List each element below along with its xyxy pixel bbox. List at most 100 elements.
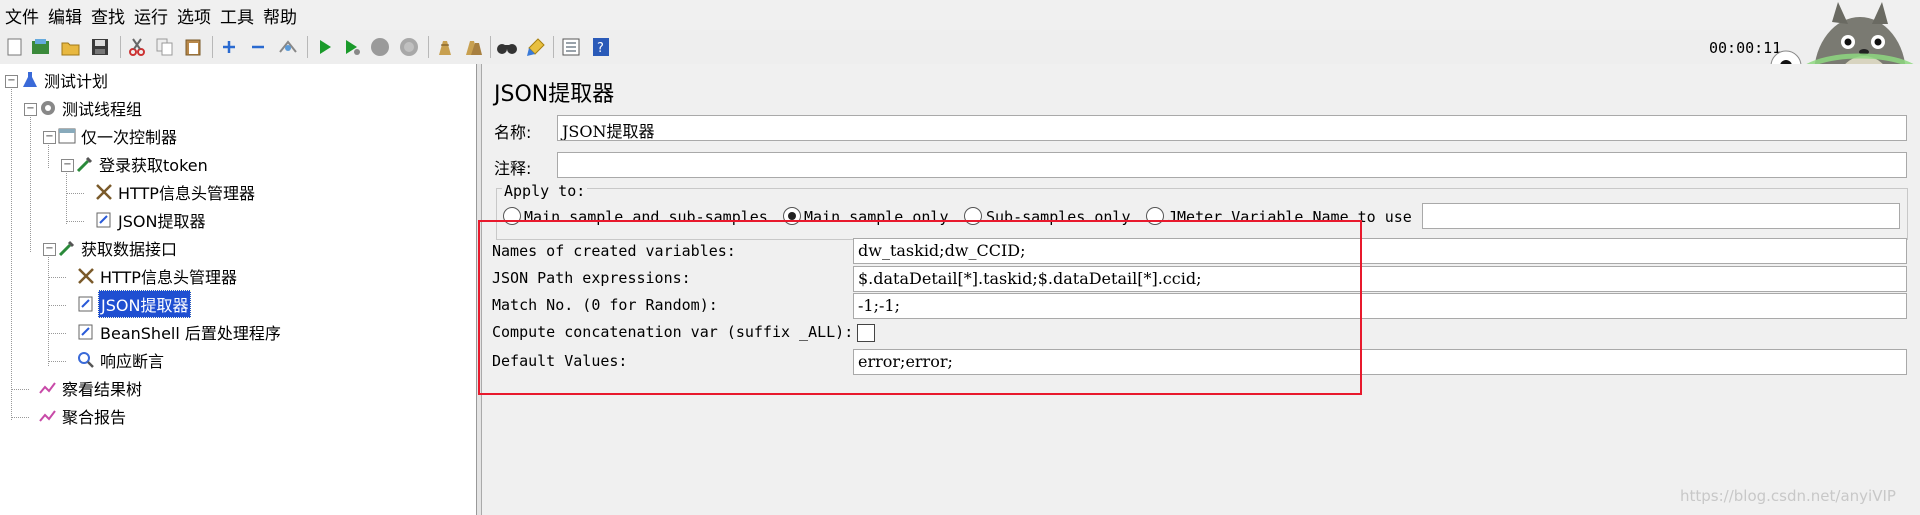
collapse-test-plan-toggle[interactable]: − xyxy=(5,75,18,88)
tree-item-once-controller[interactable]: 仅一次控制器 xyxy=(57,124,179,148)
variable-names-field[interactable]: dw_taskid;dw_CCID; xyxy=(853,238,1907,264)
extractor-icon xyxy=(76,294,96,314)
toolbar: ? xyxy=(0,30,1920,65)
tree-item-login-token[interactable]: 登录获取token xyxy=(75,152,210,176)
json-path-field[interactable]: $.dataDetail[*].taskid;$.dataDetail[*].c… xyxy=(853,266,1907,292)
pipette-icon xyxy=(57,238,77,258)
jmeter-variable-name-input[interactable] xyxy=(1422,203,1900,229)
tree-item-label: BeanShell 后置处理程序 xyxy=(100,324,281,343)
tree-item-label: 获取数据接口 xyxy=(81,240,178,259)
tree-item-label: 登录获取token xyxy=(99,156,208,175)
radio-label-sub-only: Sub-samples only xyxy=(986,208,1131,226)
tree-item-result-tree[interactable]: 察看结果树 xyxy=(38,376,144,400)
open-icon[interactable] xyxy=(60,36,82,58)
radio-label-main-only: Main sample only xyxy=(804,208,949,226)
menu-search[interactable]: 查找 xyxy=(86,3,129,28)
copy-icon[interactable] xyxy=(154,36,176,58)
concatenation-label: Compute concatenation var (suffix _ALL): xyxy=(492,323,854,341)
concatenation-checkbox[interactable] xyxy=(857,324,875,342)
variable-names-label: Names of created variables: xyxy=(492,242,736,260)
tree-item-label: HTTP信息头管理器 xyxy=(118,184,255,203)
graph-icon xyxy=(38,378,58,398)
tree-item-http-header-1[interactable]: HTTP信息头管理器 xyxy=(94,180,257,204)
tree-item-label: 仅一次控制器 xyxy=(81,128,178,147)
radio-label-jmeter-variable: JMeter Variable Name to use xyxy=(1168,208,1412,226)
search-icon[interactable] xyxy=(496,36,518,58)
tree-item-label: 聚合报告 xyxy=(62,408,127,427)
tree-item-assertion[interactable]: 响应断言 xyxy=(76,348,166,372)
radio-sub-only[interactable] xyxy=(964,207,982,225)
tools-icon xyxy=(94,182,114,202)
controller-icon xyxy=(57,126,77,146)
function-helper-icon[interactable] xyxy=(560,36,582,58)
svg-text:?: ? xyxy=(597,41,604,56)
shutdown-icon[interactable] xyxy=(398,36,420,58)
tree-item-label: 察看结果树 xyxy=(62,380,143,399)
templates-icon[interactable] xyxy=(30,36,52,58)
apply-to-title: Apply to: xyxy=(502,182,588,200)
tree-item-aggregate-report[interactable]: 聚合报告 xyxy=(38,404,128,428)
magnifier-icon xyxy=(76,350,96,370)
tree-item-thread-group[interactable]: 测试线程组 xyxy=(38,96,144,120)
collapse-data-api-toggle[interactable]: − xyxy=(43,243,56,256)
menu-edit[interactable]: 编辑 xyxy=(43,3,86,28)
radio-main-and-sub[interactable] xyxy=(503,207,521,225)
graph-icon xyxy=(38,406,58,426)
save-icon[interactable] xyxy=(89,36,111,58)
tree-item-json-extractor-1[interactable]: JSON提取器 xyxy=(94,208,207,232)
clear-all-icon[interactable] xyxy=(462,36,484,58)
collapse-icon[interactable] xyxy=(247,36,269,58)
json-path-label: JSON Path expressions: xyxy=(492,269,691,287)
pipette-icon xyxy=(75,154,95,174)
new-icon[interactable] xyxy=(4,36,26,58)
tree-item-json-extractor-2[interactable]: JSON提取器 xyxy=(76,290,192,318)
tree-item-label: 测试计划 xyxy=(44,72,109,91)
menu-run[interactable]: 运行 xyxy=(129,3,172,28)
menu-options[interactable]: 选项 xyxy=(172,3,215,28)
radio-main-only[interactable] xyxy=(783,207,801,225)
tree-item-beanshell[interactable]: BeanShell 后置处理程序 xyxy=(76,320,283,344)
radio-jmeter-variable[interactable] xyxy=(1146,207,1164,225)
tree-item-label: HTTP信息头管理器 xyxy=(100,268,237,287)
menu-bar: 文件 编辑 查找 运行 选项 工具 帮助 xyxy=(0,0,1920,30)
extractor-icon xyxy=(94,210,114,230)
expand-icon[interactable] xyxy=(218,36,240,58)
menu-file[interactable]: 文件 xyxy=(0,3,43,28)
tools-icon xyxy=(76,266,96,286)
radio-label-main-and-sub: Main sample and sub-samples xyxy=(524,208,768,226)
extractor-icon xyxy=(76,322,96,342)
tree-item-label: 测试线程组 xyxy=(62,100,143,119)
match-no-field[interactable]: -1;-1; xyxy=(853,293,1907,319)
start-icon[interactable] xyxy=(314,36,336,58)
name-field[interactable]: JSON提取器 xyxy=(557,115,1907,141)
toggle-icon[interactable] xyxy=(277,36,299,58)
tree-item-label: 响应断言 xyxy=(100,352,165,371)
help-icon[interactable]: ? xyxy=(590,36,612,58)
collapse-login-token-toggle[interactable]: − xyxy=(61,159,74,172)
start-no-pause-icon[interactable] xyxy=(341,36,363,58)
default-values-label: Default Values: xyxy=(492,352,628,370)
comment-label: 注释: xyxy=(494,159,532,178)
collapse-thread-group-toggle[interactable]: − xyxy=(24,103,37,116)
comment-field[interactable] xyxy=(557,152,1907,178)
flask-icon xyxy=(20,70,40,90)
tree-item-label: JSON提取器 xyxy=(98,290,192,318)
default-values-field[interactable]: error;error; xyxy=(853,349,1907,375)
paste-icon[interactable] xyxy=(182,36,204,58)
tree-item-test-plan[interactable]: 测试计划 xyxy=(20,68,110,92)
reset-search-icon[interactable] xyxy=(525,36,547,58)
panel-title: JSON提取器 xyxy=(494,82,615,107)
watermark: https://blog.csdn.net/anyiVIP xyxy=(1680,487,1896,505)
name-label: 名称: xyxy=(494,123,532,142)
stop-icon[interactable] xyxy=(369,36,391,58)
menu-tools[interactable]: 工具 xyxy=(215,3,258,28)
cut-icon[interactable] xyxy=(126,36,148,58)
gear-icon xyxy=(38,98,58,118)
clear-icon[interactable] xyxy=(434,36,456,58)
collapse-once-controller-toggle[interactable]: − xyxy=(43,131,56,144)
tree-item-http-header-2[interactable]: HTTP信息头管理器 xyxy=(76,264,239,288)
tree-item-data-api[interactable]: 获取数据接口 xyxy=(57,236,179,260)
menu-help[interactable]: 帮助 xyxy=(258,3,301,28)
match-no-label: Match No. (0 for Random): xyxy=(492,296,718,314)
tree-item-label: JSON提取器 xyxy=(118,212,206,231)
